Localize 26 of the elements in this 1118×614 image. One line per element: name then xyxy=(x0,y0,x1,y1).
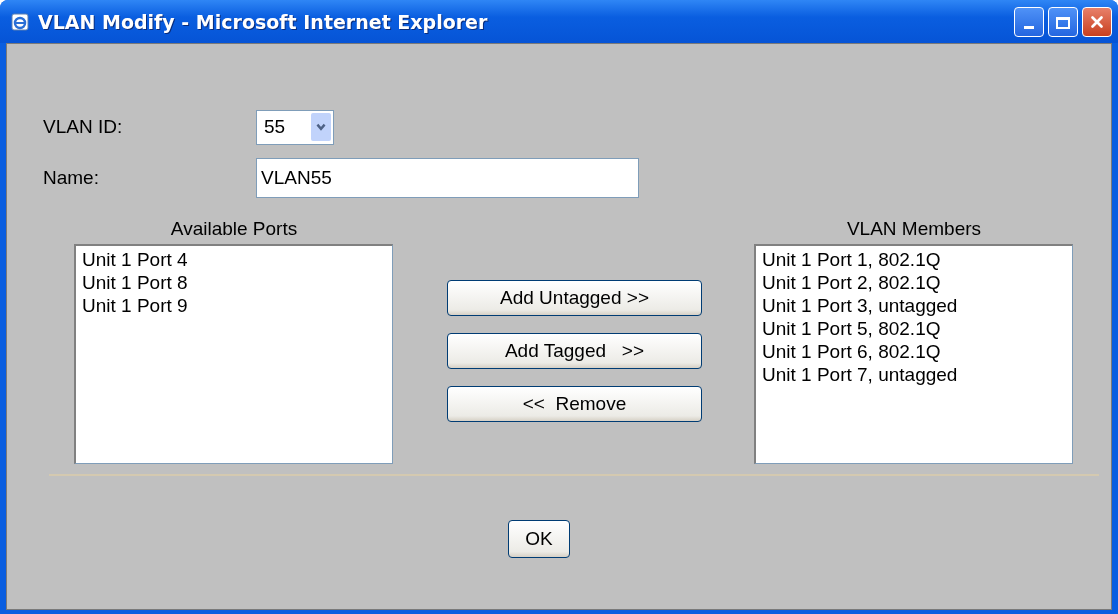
port-list-item[interactable]: Unit 1 Port 8 xyxy=(82,271,386,294)
name-label: Name: xyxy=(43,167,100,189)
member-list-item[interactable]: Unit 1 Port 1, 802.1Q xyxy=(762,248,1066,271)
move-port-button[interactable]: Add Tagged >> xyxy=(447,333,702,369)
available-ports-heading: Available Ports xyxy=(170,218,298,241)
member-list-item[interactable]: Unit 1 Port 3, untagged xyxy=(762,294,1066,317)
name-input-field[interactable]: VLAN55 xyxy=(256,158,639,198)
vlan-members-list[interactable]: Unit 1 Port 1, 802.1Q Unit 1 Port 2, 802.1Q Unit 1 Port 3, untagged Unit 1 Port 5, 802.1Q Unit 1 Port 6, 802.1Q Unit 1 Port 7, untagged xyxy=(754,244,1073,464)
minimize-button[interactable] xyxy=(1014,6,1044,37)
vlan-id-dropdown[interactable]: 55 xyxy=(256,109,334,145)
vlan-members-heading: VLAN Members xyxy=(846,218,982,241)
ok-button[interactable]: OK xyxy=(508,520,570,558)
move-port-button[interactable]: Add Untagged >> xyxy=(447,280,702,316)
port-list-item[interactable]: Unit 1 Port 4 xyxy=(82,248,386,271)
member-list-item[interactable]: Unit 1 Port 7, untagged xyxy=(762,363,1066,386)
member-list-item[interactable]: Unit 1 Port 6, 802.1Q xyxy=(762,340,1066,363)
close-button[interactable] xyxy=(1082,6,1112,37)
member-list-item[interactable]: Unit 1 Port 5, 802.1Q xyxy=(762,317,1066,340)
move-port-button[interactable]: << Remove xyxy=(447,386,702,422)
maximize-button[interactable] xyxy=(1048,6,1078,37)
available-ports-list[interactable]: Unit 1 Port 4 Unit 1 Port 8 Unit 1 Port 9 xyxy=(74,244,393,464)
port-list-item[interactable]: Unit 1 Port 9 xyxy=(82,294,386,317)
member-list-item[interactable]: Unit 1 Port 2, 802.1Q xyxy=(762,271,1066,294)
vlan-id-label: VLAN ID: xyxy=(43,116,124,138)
window-title: VLAN Modify - Microsoft Internet Explorer xyxy=(38,10,488,33)
caret-icon xyxy=(315,121,327,133)
